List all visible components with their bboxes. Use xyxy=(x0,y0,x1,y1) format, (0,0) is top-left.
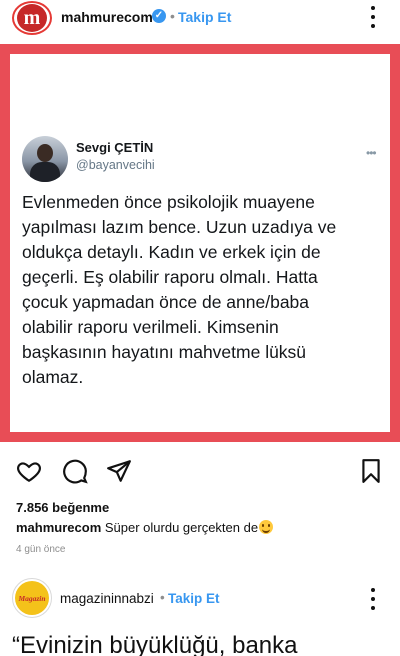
post-image[interactable]: Sevgi ÇETİN @bayanvecihi ••• Evlenmeden … xyxy=(0,44,400,442)
follow-button[interactable]: Takip Et xyxy=(178,9,231,25)
separator: • xyxy=(170,8,175,24)
verified-badge-icon: ✓ xyxy=(152,9,166,23)
avatar-logo-text: Magazin xyxy=(18,593,46,603)
caption-text: Süper olurdu gerçekten de xyxy=(101,520,259,535)
post-header: m mahmurecom ✓ • Takip Et xyxy=(0,0,400,38)
tweet-more-icon: ••• xyxy=(366,146,377,160)
caption: mahmurecom Süper olurdu gerçekten de xyxy=(16,520,274,535)
post-timestamp: 4 gün önce xyxy=(16,544,66,555)
tweet-card: Sevgi ÇETİN @bayanvecihi ••• Evlenmeden … xyxy=(10,54,390,432)
avatar[interactable]: Magazin xyxy=(12,578,52,618)
caption-username[interactable]: mahmurecom xyxy=(16,520,101,535)
avatar-logo: m xyxy=(17,4,47,32)
action-bar xyxy=(0,452,400,488)
tweet-text: Evlenmeden önce psikolojik muayene yapıl… xyxy=(22,192,337,387)
avatar-logo: Magazin xyxy=(15,581,49,615)
smile-emoji-icon xyxy=(259,520,274,534)
like-icon[interactable] xyxy=(16,458,42,484)
separator: • xyxy=(160,590,165,605)
avatar[interactable]: m xyxy=(12,1,52,35)
username[interactable]: magazininnabzi xyxy=(60,591,154,606)
share-icon[interactable] xyxy=(106,458,132,484)
tweet-author-name: Sevgi ÇETİN xyxy=(76,140,154,155)
post2-header: Magazin magazininnabzi • Takip Et xyxy=(0,574,400,620)
tweet-author-handle: @bayanvecihi xyxy=(76,158,155,172)
comment-icon[interactable] xyxy=(62,458,88,484)
post2-image-text: “Evinizin büyüklüğü, banka xyxy=(12,632,298,656)
more-options-icon[interactable] xyxy=(366,4,380,30)
likes-count[interactable]: 7.856 beğenme xyxy=(16,500,109,515)
username[interactable]: mahmurecom xyxy=(61,9,153,25)
tweet-avatar xyxy=(22,136,68,182)
more-options-icon[interactable] xyxy=(366,586,380,612)
bookmark-icon[interactable] xyxy=(358,458,384,484)
follow-button[interactable]: Takip Et xyxy=(168,591,220,606)
